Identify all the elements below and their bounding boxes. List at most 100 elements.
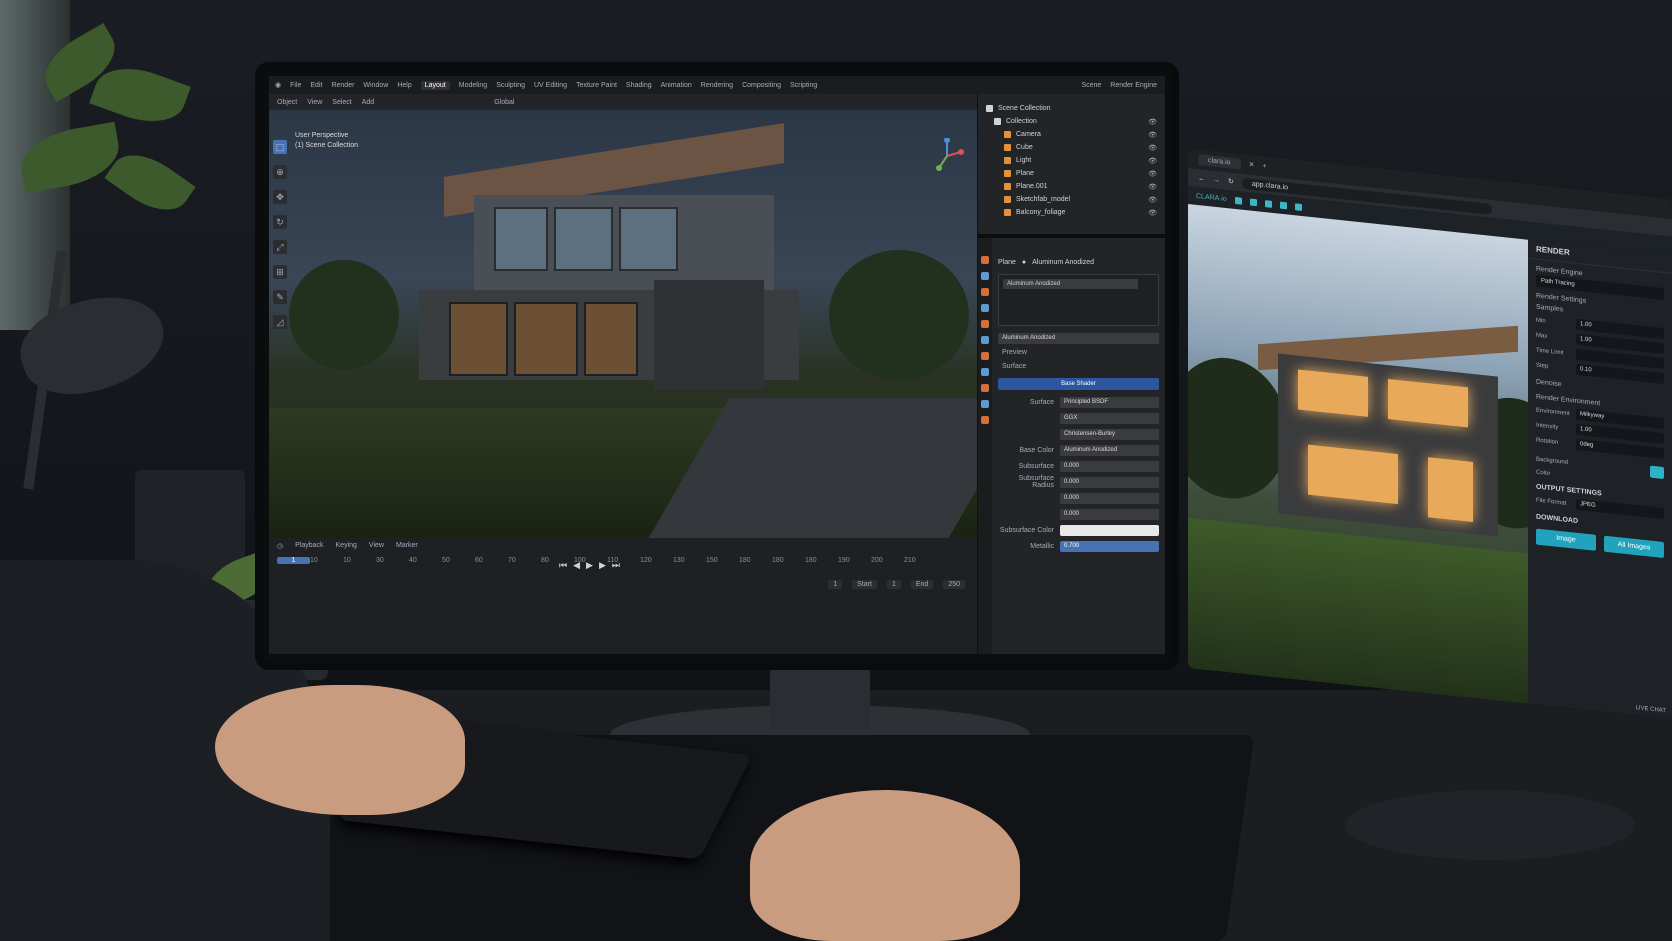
world-tab-icon[interactable] [981,320,989,328]
toolbar-icon[interactable] [1264,199,1272,208]
subsurface-field[interactable]: 0.000 [1060,460,1159,472]
menu-playback[interactable]: Playback [295,542,323,550]
tab-layout[interactable]: Layout [420,80,450,90]
visibility-eye-icon[interactable]: 👁 [1148,118,1157,126]
outliner-row-collection[interactable]: Collection 👁 [978,115,1165,128]
physics-tab-icon[interactable] [981,368,989,376]
transform-tool-icon[interactable]: ⊞ [273,265,287,279]
timeline-ruler[interactable]: 1 10 10 30 40 50 60 70 80 100 110 120 13… [269,554,977,567]
visibility-eye-icon[interactable]: 👁 [1148,209,1157,217]
outliner-row-sketchfab-model[interactable]: Sketchfab_model 👁 [978,193,1165,206]
tab-uv-editing[interactable]: UV Editing [534,82,567,89]
material-tab-icon[interactable] [981,416,989,424]
menu-marker[interactable]: Marker [396,542,418,550]
cursor-tool-icon[interactable]: ⊕ [273,165,287,179]
background-color-swatch[interactable] [1650,465,1664,480]
outliner-row-cube[interactable]: Cube 👁 [978,141,1165,154]
visibility-eye-icon[interactable]: 👁 [1148,183,1157,191]
outliner-row-camera[interactable]: Camera 👁 [978,128,1165,141]
render-tab-icon[interactable] [981,272,989,280]
subsurface-radius-y[interactable]: 0.000 [1060,492,1159,504]
start-frame-field[interactable]: 1 [886,580,901,589]
render-preview[interactable] [1188,204,1528,704]
outliner-row-light[interactable]: Light 👁 [978,154,1165,167]
menu-timeline-view[interactable]: View [369,542,384,550]
timeline-editor-icon[interactable]: ◷ [277,542,283,550]
menu-help[interactable]: Help [397,82,411,89]
surface-shader-bar[interactable]: Base Shader [998,378,1159,390]
material-datablock-field[interactable]: Aluminum Anodized [998,332,1159,344]
preview-panel-header[interactable]: Preview [998,346,1159,360]
tab-shading[interactable]: Shading [626,82,652,89]
visibility-eye-icon[interactable]: 👁 [1148,131,1157,139]
toolbar-icon[interactable] [1279,201,1287,209]
visibility-eye-icon[interactable]: 👁 [1148,157,1157,165]
toolbar-icon[interactable] [1294,202,1302,211]
render-engine-selector[interactable]: Render Engine [1110,82,1157,89]
menu-render[interactable]: Render [331,82,354,89]
menu-window[interactable]: Window [363,82,388,89]
tab-texture-paint[interactable]: Texture Paint [576,82,617,89]
outliner-row-plane[interactable]: Plane 👁 [978,167,1165,180]
menu-edit[interactable]: Edit [310,82,322,89]
measure-tool-icon[interactable]: ◿ [273,315,287,329]
tab-scripting[interactable]: Scripting [790,82,817,89]
jump-end-icon[interactable]: ⏭ [612,560,620,571]
subsurface-radius-x[interactable]: 0.000 [1060,476,1159,488]
download-all-images-button[interactable]: All Images [1604,535,1664,559]
surface-field[interactable]: Principled BSDF [1060,396,1159,408]
scale-tool-icon[interactable]: ⤢ [273,240,287,254]
subsurface-color-swatch[interactable] [1060,524,1159,536]
tab-sculpting[interactable]: Sculpting [496,82,525,89]
subsurface-radius-z[interactable]: 0.000 [1060,508,1159,520]
menu-keying[interactable]: Keying [336,542,357,550]
next-key-icon[interactable]: ▶ [599,560,606,571]
output-tab-icon[interactable] [981,288,989,296]
rotate-tool-icon[interactable]: ↻ [273,215,287,229]
scene-tab-icon[interactable] [981,304,989,312]
jump-start-icon[interactable]: ⏮ [559,560,567,571]
visibility-eye-icon[interactable]: 👁 [1148,196,1157,204]
browser-tab[interactable]: clara.io [1198,153,1241,170]
move-tool-icon[interactable]: ✥ [273,190,287,204]
menu-file[interactable]: File [290,82,301,89]
back-icon[interactable]: ← [1198,175,1205,183]
menu-object[interactable]: Object [277,99,297,106]
current-frame-marker[interactable]: 1 [277,557,310,564]
navigation-gizmo-icon[interactable] [929,138,965,174]
visibility-eye-icon[interactable]: 👁 [1148,144,1157,152]
metallic-slider[interactable]: 0.700 [1060,540,1159,552]
menu-add[interactable]: Add [362,99,374,106]
close-tab-icon[interactable]: ✕ [1249,160,1255,169]
menu-view[interactable]: View [307,99,322,106]
app-logo[interactable]: CLARA.io [1196,192,1227,202]
outliner-row-balcony-foliage[interactable]: Balcony_foliage 👁 [978,206,1165,219]
tab-rendering[interactable]: Rendering [701,82,733,89]
transform-orientation[interactable]: Global [494,99,514,106]
subsurface-method-field[interactable]: Christensen-Burley [1060,428,1159,440]
toolbar-icon[interactable] [1234,196,1242,205]
annotate-tool-icon[interactable]: ✎ [273,290,287,304]
base-color-field[interactable]: Aluminum Anodized [1060,444,1159,456]
reload-icon[interactable]: ↻ [1228,177,1234,186]
tab-compositing[interactable]: Compositing [742,82,781,89]
visibility-eye-icon[interactable]: 👁 [1148,170,1157,178]
live-chat-button[interactable]: LIVE CHAT [1635,705,1666,714]
tool-tab-icon[interactable] [981,256,989,264]
select-tool-icon[interactable]: ⬚ [273,140,287,154]
current-frame-field[interactable]: 1 [828,580,843,589]
tab-animation[interactable]: Animation [661,82,692,89]
play-icon[interactable]: ▶ [586,560,593,571]
tab-modeling[interactable]: Modeling [459,82,487,89]
toolbar-icon[interactable] [1249,197,1257,206]
surface-panel-header[interactable]: Surface [998,360,1159,374]
outliner-row-plane-001[interactable]: Plane.001 👁 [978,180,1165,193]
scene-selector[interactable]: Scene [1081,82,1101,89]
end-frame-field[interactable]: 250 [943,580,965,589]
new-tab-icon[interactable]: + [1262,162,1266,169]
constraints-tab-icon[interactable] [981,384,989,392]
material-slot[interactable]: Aluminum Anodized [1003,279,1138,289]
menu-select[interactable]: Select [332,99,351,106]
material-slots[interactable]: Aluminum Anodized [998,274,1159,326]
prev-key-icon[interactable]: ◀ [573,560,580,571]
